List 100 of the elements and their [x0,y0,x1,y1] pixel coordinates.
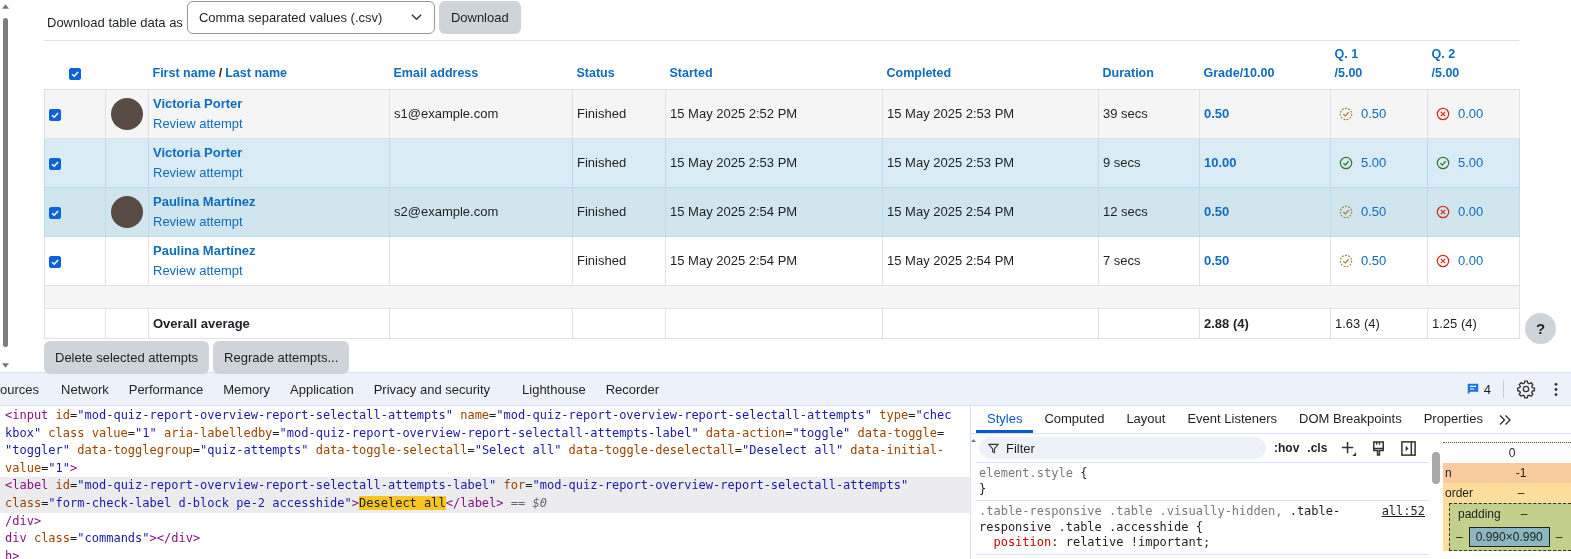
filter-field[interactable]: Filter [979,437,1266,459]
status-text: Finished [577,253,627,268]
download-button[interactable]: Download [438,0,521,34]
code-line[interactable]: h> [0,547,970,559]
code-line[interactable]: kbox" class value="1" aria-labelledby="mod-quiz-report-overview-report-selectall-attempts-label" data-action="toggle" data-toggle= [0,424,970,443]
css-rule-line: position: relative !important; [992,535,1211,551]
border-value: – [1516,485,1526,502]
column-header[interactable]: Status [576,63,662,83]
question-mark-link[interactable]: 5.00 [1361,155,1387,170]
column-header[interactable]: Q. 2 /5.00 [1431,44,1516,83]
devtools-tab[interactable]: Lighthouse [512,381,596,397]
average-grade: 2.88 (4) [1204,315,1249,331]
question-mark-link[interactable]: 0.50 [1361,106,1387,121]
column-header[interactable]: Started [669,63,879,83]
format-select[interactable]: Comma separated values (.csv) [186,0,435,34]
question-mark-link[interactable]: 0.00 [1458,106,1484,121]
status-text: Finished [577,106,627,121]
row-checkbox[interactable] [49,108,61,121]
css-rule-line: responsive .table .accesshide { [979,519,1203,535]
action-button[interactable]: Delete selected attempts [44,340,210,374]
user-name-link[interactable]: Paulina Martínez [153,241,385,261]
user-name-link[interactable]: Paulina Martínez [153,192,385,212]
panel-tab[interactable]: Properties [1412,406,1494,433]
column-header[interactable]: Grade/10.00 [1203,63,1327,83]
help-button[interactable]: ? [1525,313,1556,344]
column-header[interactable]: Completed [886,63,1095,83]
column-header[interactable]: Duration [1102,63,1196,83]
separator: / [218,65,223,80]
question-mark-link[interactable]: 0.00 [1458,253,1484,268]
column-header[interactable]: First name [152,65,216,80]
scroll-up-icon[interactable] [1,4,9,9]
email-text: s2@example.com [394,204,499,219]
panel-tab[interactable]: Layout [1115,406,1177,433]
margin-label: n [1444,465,1453,482]
source-link[interactable]: all:52 [1381,504,1425,520]
started-time: 15 May 2025 2:54 PM [670,204,798,219]
grade-link[interactable]: 0.50 [1204,106,1230,121]
devtools-tab[interactable]: Network [51,381,119,397]
completed-time: 15 May 2025 2:54 PM [887,204,1015,219]
code-line[interactable]: value="1"> [0,459,970,478]
sidebar-toggle-icon[interactable] [1400,439,1418,457]
column-header[interactable]: Last name [225,65,288,80]
position-value: 0 [1508,446,1516,460]
panel-tab[interactable]: Computed [1033,406,1116,433]
action-button[interactable]: Regrade attempts... [213,340,350,374]
code-line[interactable]: <input id="mod-quiz-report-overview-report-selectall-attempts" name="mod-quiz-report-overview-report-selectall-attempts" type="chec [0,407,970,425]
user-name-link[interactable]: Victoria Porter [153,94,385,114]
margin-value: -1 [1514,465,1528,482]
review-attempt-link[interactable]: Review attempt [153,211,385,231]
question-mark-link[interactable]: 0.50 [1361,253,1387,268]
scroll-down-icon[interactable] [1,363,9,368]
column-header[interactable]: Q. 1 /5.00 [1334,44,1424,83]
code-line[interactable]: div class="commands"></div> [0,530,970,548]
duration-text: 7 secs [1103,253,1141,268]
code-line[interactable]: /div> [0,512,970,531]
css-rule-line: } [979,481,987,497]
more-tabs-icon[interactable] [1497,413,1512,426]
select-all-checkbox[interactable] [69,67,81,80]
issues-button[interactable]: 4 [1465,381,1491,397]
average-q2: 1.25 (4) [1432,315,1477,331]
plus-icon[interactable] [1340,439,1358,457]
devtools-tab[interactable]: Privacy and security [363,381,501,397]
review-attempt-link[interactable]: Review attempt [153,162,385,182]
review-attempt-link[interactable]: Review attempt [153,113,385,133]
devtools-tab[interactable]: ources [0,381,50,397]
row-checkbox[interactable] [49,255,61,268]
panel-tab[interactable]: Styles [976,406,1034,433]
padding-left-value: – [1456,530,1463,544]
padding-value: – [1519,506,1529,523]
status-text: Finished [577,155,627,170]
panel-tab[interactable]: DOM Breakpoints [1288,406,1413,433]
row-checkbox[interactable] [49,206,61,219]
more-options-icon[interactable] [1554,381,1558,397]
started-time: 15 May 2025 2:52 PM [670,106,798,121]
devtools-tab[interactable]: Application [280,381,364,397]
filter-icon [988,443,999,454]
devtools-tab[interactable]: Performance [118,381,214,397]
review-attempt-link[interactable]: Review attempt [153,260,385,280]
scrollbar-thumb[interactable] [1432,452,1440,484]
grade-link[interactable]: 0.50 [1204,204,1230,219]
grade-link[interactable]: 0.50 [1204,253,1230,268]
user-name-link[interactable]: Victoria Porter [153,143,385,163]
class-toggle[interactable]: .cls [1307,441,1328,455]
question-mark-link[interactable]: 0.00 [1458,204,1484,219]
settings-icon[interactable] [1516,379,1536,399]
devtools-tab[interactable]: Memory [213,381,281,397]
status-text: Finished [577,204,627,219]
column-header[interactable]: Email address [393,63,569,83]
overall-average-label: Overall average [153,315,250,331]
row-checkbox[interactable] [49,157,61,170]
grade-link[interactable]: 10.00 [1204,155,1237,170]
devtools-tab[interactable]: Recorder [595,381,670,397]
caret-icon [410,13,422,21]
code-line[interactable]: "toggler" data-togglegroup="quiz-attempts" data-toggle-selectall="Select all" data-toggle-deselectall="Deselect all" data-initial- [0,442,970,460]
question-mark-link[interactable]: 5.00 [1458,155,1484,170]
panel-tab[interactable]: Event Listeners [1176,406,1289,433]
question-mark-link[interactable]: 0.50 [1361,204,1387,219]
scroll-up-icon[interactable] [971,438,976,443]
hover-state-toggle[interactable]: :hov [1274,441,1300,455]
padding-right-value: – [1555,530,1563,544]
